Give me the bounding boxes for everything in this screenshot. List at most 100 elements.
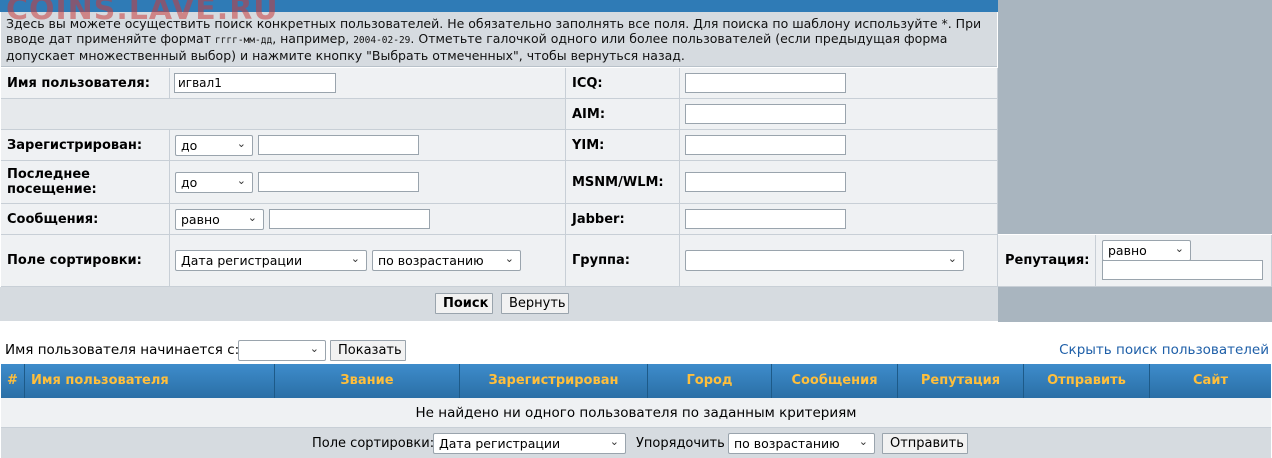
no-results-message: Не найдено ни одного пользователя по зад… <box>1 398 1271 428</box>
bottom-sort-field-select[interactable]: Дата регистрации ⌄ <box>433 433 626 454</box>
yim-label-cell: YIM: <box>566 130 680 161</box>
aim-input[interactable] <box>685 104 846 124</box>
chevron-down-icon: ⌄ <box>1174 242 1184 255</box>
bottom-order-value: по возрастанию <box>734 436 840 451</box>
icq-label-cell: ICQ: <box>566 68 680 99</box>
col-posts[interactable]: Сообщения <box>772 364 898 398</box>
posts-label-cell: Сообщения: <box>1 204 170 235</box>
bottom-order-select[interactable]: по возрастанию ⌄ <box>728 433 875 454</box>
msnm-label: MSNM/WLM: <box>572 175 664 190</box>
col-website[interactable]: Сайт <box>1150 364 1271 398</box>
last-visit-operator-select[interactable]: до ⌄ <box>175 172 253 193</box>
icq-input-cell <box>680 68 998 99</box>
last-visit-label: Последнее посещение: <box>7 167 97 197</box>
chevron-down-icon: ⌄ <box>236 174 246 187</box>
group-input-cell: ⌄ <box>680 235 998 287</box>
date-format: гггг-мм-дд <box>214 35 273 46</box>
reputation-operator-select[interactable]: равно ⌄ <box>1102 240 1191 261</box>
aim-label: AIM: <box>572 107 606 122</box>
group-label: Группа: <box>572 253 630 268</box>
last-visit-input-cell: до ⌄ <box>170 161 566 204</box>
jabber-input-cell <box>680 204 998 235</box>
icq-label: ICQ: <box>572 76 603 91</box>
chevron-down-icon: ⌄ <box>609 435 619 448</box>
hide-search-link[interactable]: Скрыть поиск пользователей <box>1059 342 1269 358</box>
bottom-submit-button[interactable]: Отправить <box>882 433 968 454</box>
registered-operator-value: до <box>181 138 198 153</box>
chevron-down-icon: ⌄ <box>236 137 246 150</box>
bottom-sort-bar: Поле сортировки: Дата регистрации ⌄ Упор… <box>1 428 1271 458</box>
sort-input-cell: Дата регистрации ⌄ по возрастанию ⌄ <box>170 235 566 287</box>
chevron-down-icon: ⌄ <box>247 211 257 224</box>
bottom-order-label: Упорядочить <box>636 436 725 451</box>
sort-field-value: Дата регистрации <box>181 253 303 268</box>
right-side-panel-lower <box>998 287 1272 322</box>
reputation-label: Репутация: <box>1005 253 1090 268</box>
chevron-down-icon: ⌄ <box>947 252 957 265</box>
bottom-sort-field-value: Дата регистрации <box>439 436 561 451</box>
col-reputation[interactable]: Репутация <box>898 364 1024 398</box>
aim-label-cell: AIM: <box>566 99 680 130</box>
watermark-logo: COINS.LAVE.RU <box>6 0 279 27</box>
registered-label: Зарегистрирован: <box>7 138 143 153</box>
col-send: Отправить <box>1024 364 1150 398</box>
group-label-cell: Группа: <box>566 235 680 287</box>
registered-label-cell: Зарегистрирован: <box>1 130 170 161</box>
last-visit-label-cell: Последнее посещение: <box>1 161 170 204</box>
reset-button[interactable]: Вернуть <box>501 293 569 314</box>
yim-input[interactable] <box>685 135 846 155</box>
msnm-input[interactable] <box>685 172 846 192</box>
col-number: # <box>1 364 25 398</box>
col-city[interactable]: Город <box>648 364 772 398</box>
username-input-cell <box>170 68 566 99</box>
last-visit-operator-value: до <box>181 175 198 190</box>
col-username[interactable]: Имя пользователя <box>25 364 275 398</box>
posts-label: Сообщения: <box>7 212 99 227</box>
col-registered[interactable]: Зарегистрирован <box>460 364 648 398</box>
username-label: Имя пользователя: <box>7 76 150 91</box>
empty-left-cell <box>1 99 566 130</box>
icq-input[interactable] <box>685 73 846 93</box>
jabber-label: Jabber: <box>572 212 625 227</box>
date-example: 2004-02-29 <box>353 35 411 46</box>
aim-input-cell <box>680 99 998 130</box>
search-button[interactable]: Поиск <box>435 293 493 314</box>
jabber-input[interactable] <box>685 209 846 229</box>
chevron-down-icon: ⌄ <box>309 342 319 355</box>
jabber-label-cell: Jabber: <box>566 204 680 235</box>
registered-operator-select[interactable]: до ⌄ <box>175 135 253 156</box>
sort-order-value: по возрастанию <box>378 253 484 268</box>
form-buttons-bar: Поиск Вернуть <box>0 287 998 321</box>
bottom-sort-label: Поле сортировки: <box>312 436 435 451</box>
posts-operator-value: равно <box>181 212 220 227</box>
chevron-down-icon: ⌄ <box>350 252 360 265</box>
group-select[interactable]: ⌄ <box>685 250 964 271</box>
intro-text-2: , например, <box>272 31 354 46</box>
col-rank[interactable]: Звание <box>275 364 460 398</box>
reputation-label-cell: Репутация: <box>998 235 1096 287</box>
registered-date-input[interactable] <box>258 135 419 155</box>
reputation-input-cell: равно ⌄ <box>1096 235 1272 287</box>
username-label-cell: Имя пользователя: <box>1 68 170 99</box>
yim-input-cell <box>680 130 998 161</box>
msnm-input-cell <box>680 161 998 204</box>
username-input[interactable] <box>174 73 336 93</box>
registered-input-cell: до ⌄ <box>170 130 566 161</box>
show-button[interactable]: Показать <box>330 340 406 361</box>
posts-operator-select[interactable]: равно ⌄ <box>175 209 264 230</box>
reputation-operator-value: равно <box>1108 243 1147 258</box>
reputation-input[interactable] <box>1102 260 1263 280</box>
starts-with-label: Имя пользователя начинается с: <box>5 342 240 358</box>
posts-input-cell: равно ⌄ <box>170 204 566 235</box>
right-side-panel <box>998 0 1272 234</box>
sort-order-select[interactable]: по возрастанию ⌄ <box>372 250 521 271</box>
msnm-label-cell: MSNM/WLM: <box>566 161 680 204</box>
sort-field-select[interactable]: Дата регистрации ⌄ <box>175 250 367 271</box>
starts-with-select[interactable]: ⌄ <box>238 340 326 361</box>
chevron-down-icon: ⌄ <box>858 435 868 448</box>
yim-label: YIM: <box>572 138 605 153</box>
posts-count-input[interactable] <box>269 209 430 229</box>
chevron-down-icon: ⌄ <box>504 252 514 265</box>
sort-label: Поле сортировки: <box>7 253 142 268</box>
last-visit-date-input[interactable] <box>258 172 419 192</box>
